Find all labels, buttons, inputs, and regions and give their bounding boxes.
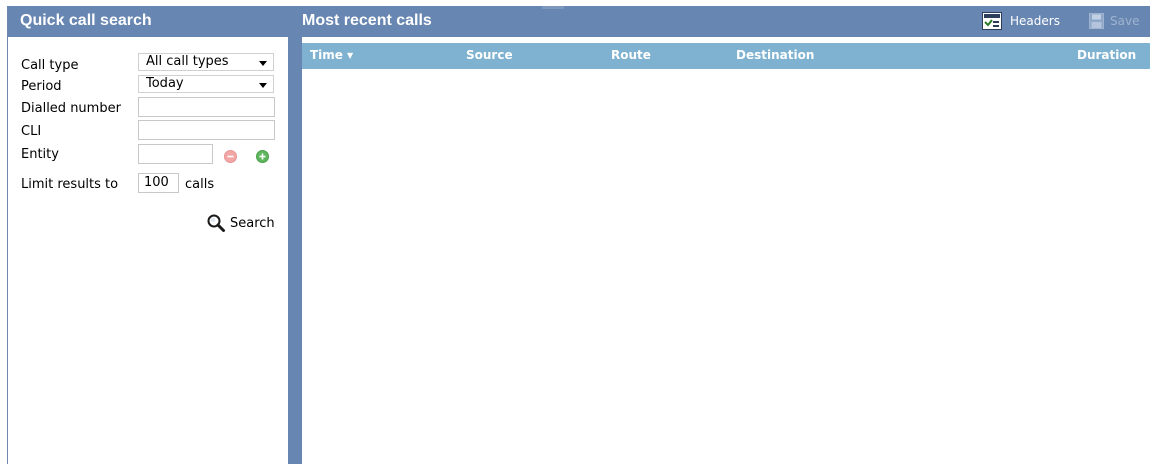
panel-splitter[interactable] <box>288 6 302 464</box>
period-label: Period <box>21 79 62 94</box>
search-button[interactable]: Search <box>206 212 275 234</box>
cli-input[interactable] <box>138 120 275 140</box>
calls-table-header: Time ▼ Source Route Destination Duration <box>302 43 1150 69</box>
most-recent-calls-panel: Most recent calls Headers Save Time ▼ So… <box>302 6 1150 464</box>
entity-label: Entity <box>21 147 59 162</box>
most-recent-calls-title: Most recent calls <box>302 12 432 29</box>
column-header-source[interactable]: Source <box>466 43 513 69</box>
plus-glyph <box>259 153 266 160</box>
entity-input[interactable] <box>138 144 213 164</box>
call-type-select[interactable]: All call types <box>138 53 274 71</box>
headers-label: Headers <box>1010 14 1060 28</box>
column-header-route[interactable]: Route <box>611 43 651 69</box>
column-header-duration[interactable]: Duration <box>1077 43 1136 69</box>
save-button[interactable]: Save <box>1089 12 1147 32</box>
app-window: Quick call search Call type All call typ… <box>0 0 1150 464</box>
call-type-value: All call types <box>146 54 229 69</box>
most-recent-calls-header: Most recent calls Headers Save <box>302 6 1150 37</box>
quick-call-search-panel: Quick call search Call type All call typ… <box>7 6 288 464</box>
column-header-time[interactable]: Time ▼ <box>310 43 353 69</box>
limit-results-label: Limit results to <box>21 177 119 192</box>
save-label: Save <box>1110 14 1140 28</box>
chevron-down-icon <box>259 61 267 66</box>
chevron-down-icon <box>259 83 267 88</box>
minus-glyph <box>227 155 234 158</box>
headers-button[interactable]: Headers <box>982 12 1064 32</box>
column-time-label: Time <box>310 48 343 62</box>
save-icon <box>1089 13 1104 29</box>
quick-call-search-title: Quick call search <box>8 6 288 37</box>
cli-label: CLI <box>21 124 42 139</box>
column-header-destination[interactable]: Destination <box>736 43 814 69</box>
add-circle-icon[interactable] <box>256 150 269 163</box>
search-icon <box>207 214 225 232</box>
limit-results-suffix: calls <box>185 177 215 192</box>
search-label: Search <box>230 216 275 231</box>
period-select[interactable]: Today <box>138 75 274 93</box>
period-value: Today <box>146 76 184 91</box>
remove-circle-icon[interactable] <box>224 150 237 163</box>
call-type-label: Call type <box>21 58 79 73</box>
dialled-number-label: Dialled number <box>21 101 121 116</box>
sort-descending-icon: ▼ <box>346 51 354 60</box>
headers-icon <box>982 12 1002 30</box>
dialled-number-input[interactable] <box>138 97 275 117</box>
header-notch <box>542 6 564 9</box>
limit-results-input[interactable]: 100 <box>138 173 179 193</box>
